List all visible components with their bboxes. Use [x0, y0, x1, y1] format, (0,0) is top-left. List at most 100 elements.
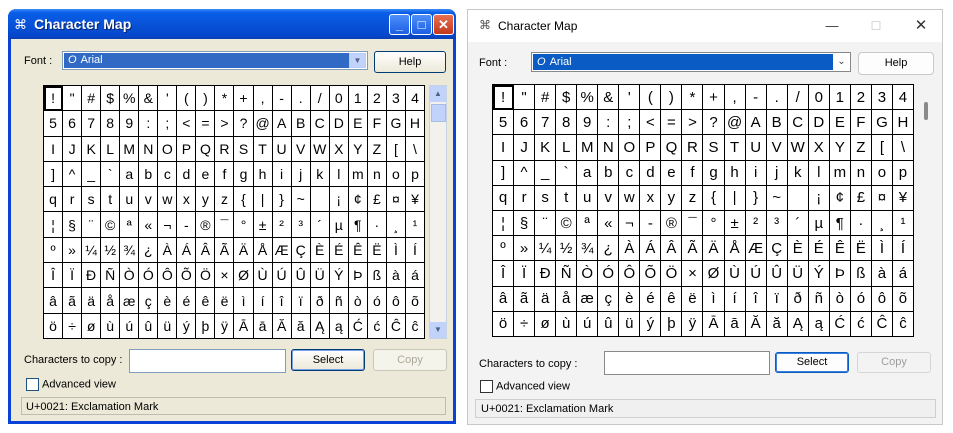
character-cell[interactable]: b	[598, 160, 620, 186]
character-cell[interactable]: Ñ	[556, 261, 578, 287]
character-cell[interactable]: 7	[535, 110, 557, 136]
character-cell[interactable]: Ā	[234, 313, 254, 339]
character-cell[interactable]: â	[44, 288, 64, 314]
character-cell[interactable]: N	[598, 135, 620, 161]
character-cell[interactable]: ³	[766, 211, 788, 237]
character-cell[interactable]: ¢	[829, 185, 851, 211]
character-cell[interactable]: ý	[177, 313, 197, 339]
character-cell[interactable]: Ą	[310, 313, 330, 339]
character-cell[interactable]: ö	[44, 313, 64, 339]
character-cell[interactable]: Ĉ	[871, 311, 893, 337]
character-cell[interactable]: o	[386, 161, 406, 188]
character-cell[interactable]: w	[619, 185, 641, 211]
character-cell[interactable]: ê	[661, 286, 683, 312]
character-cell[interactable]: R	[682, 135, 704, 161]
character-cell[interactable]: ;	[158, 111, 178, 137]
character-cell[interactable]: æ	[577, 286, 599, 312]
character-cell[interactable]: '	[158, 86, 178, 112]
character-cell[interactable]: J	[63, 136, 83, 162]
character-cell[interactable]: ÷	[514, 311, 536, 337]
character-cell[interactable]: ¥	[405, 187, 425, 213]
select-button[interactable]: Select	[775, 352, 849, 373]
character-cell[interactable]: %	[577, 85, 599, 111]
character-cell[interactable]: 1	[829, 85, 851, 111]
win11-title-bar[interactable]: ⌘ Character Map — ☐ ✕	[468, 10, 942, 42]
character-cell[interactable]: à	[871, 261, 893, 287]
character-cell[interactable]: ï	[766, 286, 788, 312]
character-cell[interactable]: x	[177, 187, 197, 213]
character-cell[interactable]: H	[405, 111, 425, 137]
character-cell[interactable]: 5	[493, 110, 515, 136]
character-cell[interactable]: :	[139, 111, 159, 137]
character-cell[interactable]: l	[808, 160, 830, 186]
character-cell[interactable]: +	[234, 86, 254, 112]
character-cell[interactable]: ¶	[829, 211, 851, 237]
character-cell[interactable]: u	[577, 185, 599, 211]
character-cell[interactable]: ¸	[386, 212, 406, 238]
character-cell[interactable]: "	[63, 86, 83, 112]
character-cell[interactable]: ù	[556, 311, 578, 337]
character-cell[interactable]: ÷	[63, 313, 83, 339]
character-cell[interactable]: »	[63, 237, 83, 264]
character-cell[interactable]: G	[386, 111, 406, 137]
character-cell[interactable]: ò	[348, 288, 368, 314]
character-cell[interactable]: n	[850, 160, 872, 186]
character-cell[interactable]: ·	[367, 212, 387, 238]
character-cell[interactable]: ø	[82, 313, 102, 339]
character-cell[interactable]: k	[310, 161, 330, 188]
character-cell[interactable]: ¤	[871, 185, 893, 211]
character-cell[interactable]: 4	[405, 86, 425, 112]
character-cell[interactable]: *	[682, 85, 704, 111]
character-cell[interactable]: {	[703, 185, 725, 211]
chevron-down-icon[interactable]: ▼	[349, 53, 366, 68]
character-cell[interactable]: é	[640, 286, 662, 312]
character-cell[interactable]: ±	[253, 212, 273, 238]
character-cell[interactable]: `	[101, 161, 121, 188]
copy-button[interactable]: Copy	[857, 352, 931, 373]
character-cell[interactable]: #	[535, 85, 557, 111]
character-cell[interactable]: @	[724, 110, 746, 136]
character-cell[interactable]: R	[215, 136, 235, 162]
character-cell[interactable]: U	[272, 136, 292, 162]
character-cell[interactable]: !	[44, 86, 64, 112]
character-cell[interactable]: ¾	[577, 236, 599, 262]
character-cell[interactable]: ĉ	[892, 311, 914, 337]
character-cell[interactable]: K	[535, 135, 557, 161]
character-cell[interactable]: v	[598, 185, 620, 211]
character-cell[interactable]: Í	[405, 237, 425, 264]
character-cell[interactable]: ¯	[215, 212, 235, 238]
character-cell[interactable]: »	[514, 236, 536, 262]
character-cell[interactable]: V	[291, 136, 311, 162]
character-cell[interactable]: ð	[787, 286, 809, 312]
character-cell[interactable]: ·	[850, 211, 872, 237]
grid-scrollbar[interactable]: ▲ ▼	[429, 85, 447, 339]
character-cell[interactable]: Ç	[291, 237, 311, 264]
help-button[interactable]: Help	[374, 51, 446, 73]
minimize-button[interactable]: —	[822, 16, 842, 36]
character-cell[interactable]: L	[556, 135, 578, 161]
character-cell[interactable]: Ú	[272, 263, 292, 289]
character-cell[interactable]: y	[196, 187, 216, 213]
character-cell[interactable]: Ê	[348, 237, 368, 264]
character-cell[interactable]: 3	[386, 86, 406, 112]
character-cell[interactable]: ì	[703, 286, 725, 312]
character-cell[interactable]: j	[766, 160, 788, 186]
character-cell[interactable]: A	[745, 110, 767, 136]
character-cell[interactable]: Û	[291, 263, 311, 289]
character-cell[interactable]: T	[253, 136, 273, 162]
close-button[interactable]: ✕	[433, 14, 454, 35]
character-cell[interactable]: B	[291, 111, 311, 137]
select-button[interactable]: Select	[291, 349, 365, 371]
character-cell[interactable]: ä	[535, 286, 557, 312]
character-cell[interactable]: m	[829, 160, 851, 186]
character-cell[interactable]: k	[787, 160, 809, 186]
chevron-down-icon[interactable]: ⌄	[834, 54, 849, 70]
character-cell[interactable]: 8	[556, 110, 578, 136]
character-cell[interactable]: Ü	[310, 263, 330, 289]
character-cell[interactable]: N	[139, 136, 159, 162]
character-cell[interactable]: :	[598, 110, 620, 136]
character-cell[interactable]: +	[703, 85, 725, 111]
character-cell[interactable]: ë	[682, 286, 704, 312]
character-cell[interactable]: ā	[724, 311, 746, 337]
character-cell[interactable]: ù	[101, 313, 121, 339]
